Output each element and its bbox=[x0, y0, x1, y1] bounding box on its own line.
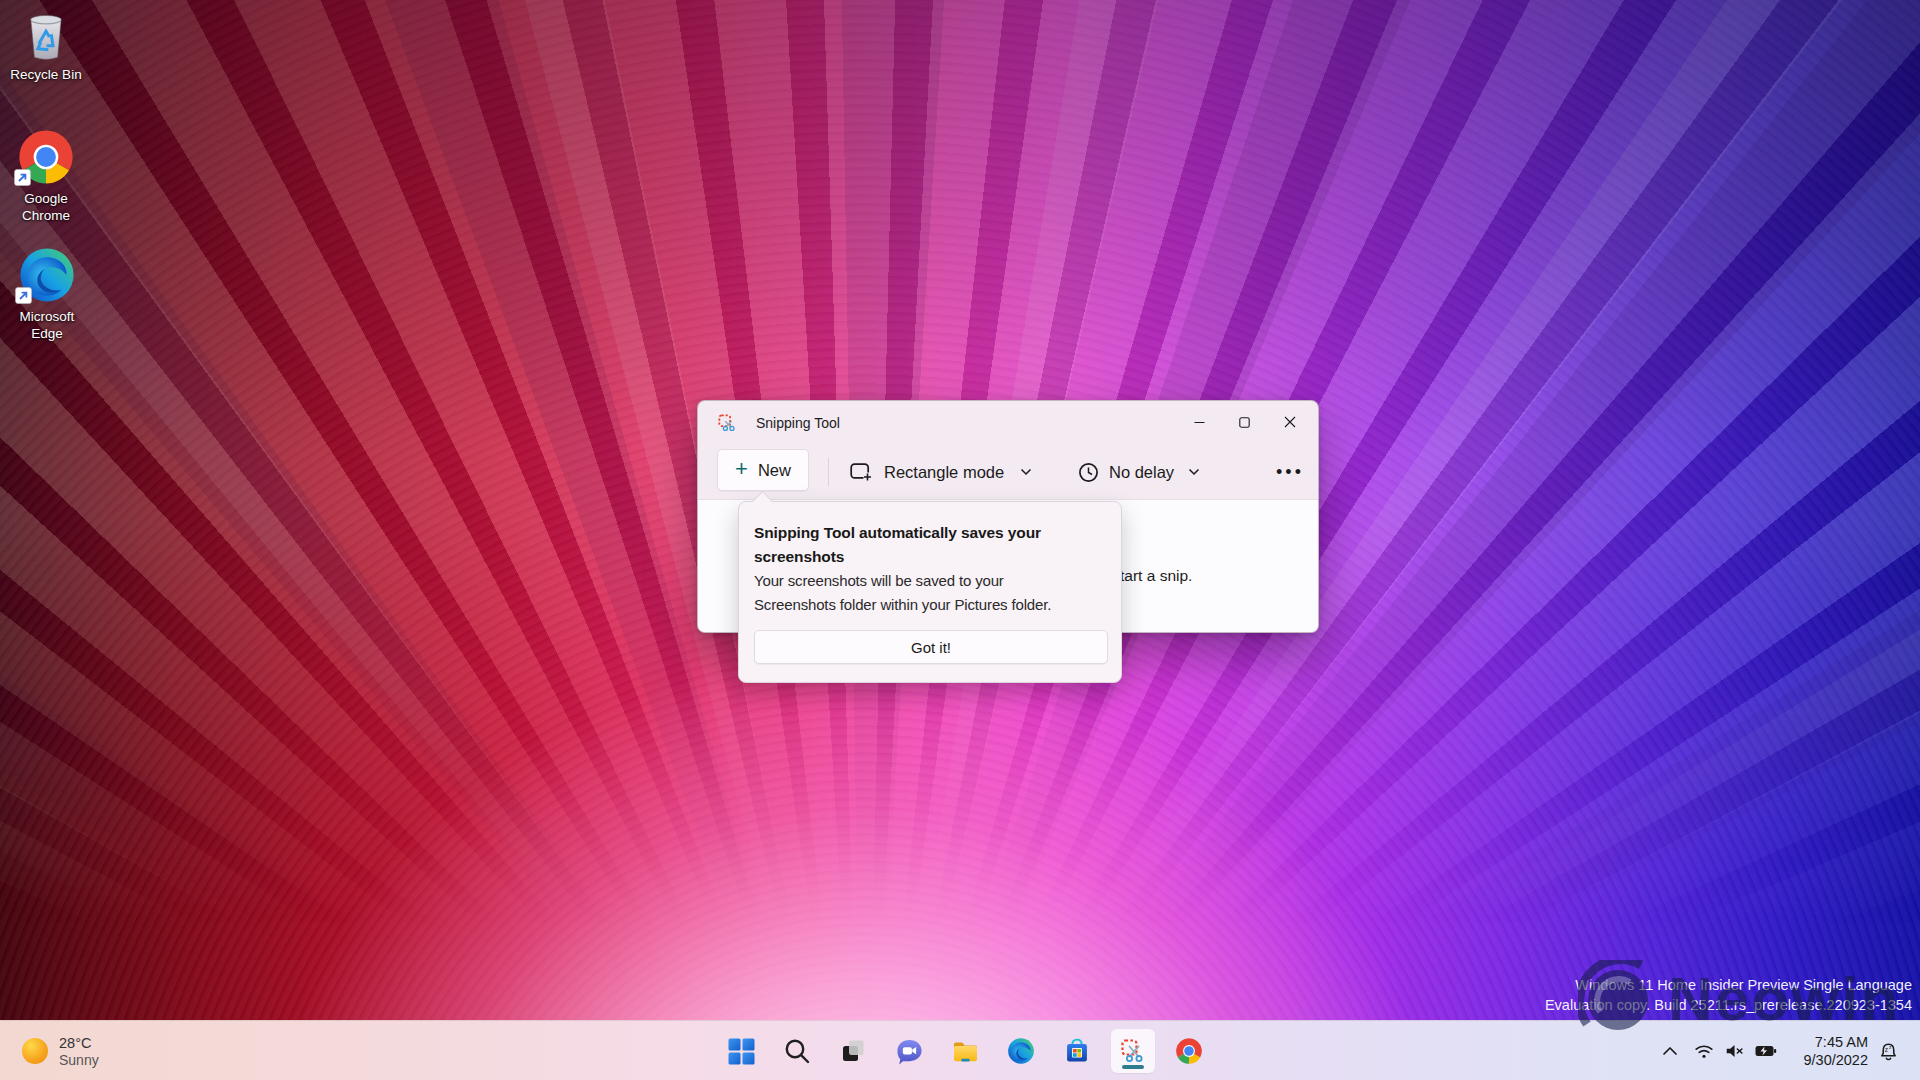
volume-muted-icon bbox=[1724, 1040, 1746, 1062]
weather-temp: 28°C bbox=[59, 1035, 99, 1052]
maximize-button[interactable] bbox=[1222, 402, 1267, 442]
wifi-button[interactable] bbox=[1689, 1036, 1719, 1066]
search-icon bbox=[784, 1038, 810, 1064]
plus-icon: + bbox=[735, 459, 748, 479]
chrome-icon bbox=[1175, 1037, 1203, 1065]
close-icon bbox=[1284, 416, 1296, 428]
show-hidden-icons-button[interactable] bbox=[1655, 1036, 1685, 1066]
file-explorer-button[interactable] bbox=[943, 1029, 987, 1073]
desktop: Recycle Bin GoogleChrome bbox=[0, 0, 1920, 1080]
wifi-icon bbox=[1693, 1040, 1715, 1062]
task-view-icon bbox=[839, 1037, 867, 1065]
snip-hint-text: tart a snip. bbox=[1120, 567, 1192, 585]
chat-icon bbox=[895, 1037, 924, 1066]
store-icon bbox=[1063, 1037, 1091, 1065]
toolbar-divider bbox=[828, 458, 829, 486]
delay-dropdown[interactable]: No delay bbox=[1078, 445, 1200, 499]
minimize-icon bbox=[1194, 417, 1205, 428]
desktop-icon-microsoft-edge[interactable]: MicrosoftEdge bbox=[1, 246, 93, 342]
file-explorer-icon bbox=[951, 1037, 980, 1066]
notification-bell-button[interactable]: z z bbox=[1873, 1036, 1903, 1066]
new-snip-button[interactable]: + New bbox=[717, 449, 809, 491]
got-it-button[interactable]: Got it! bbox=[754, 630, 1108, 664]
tray-time: 7:45 AM bbox=[1803, 1034, 1868, 1052]
minimize-button[interactable] bbox=[1177, 402, 1222, 442]
desktop-icon-recycle-bin[interactable]: Recycle Bin bbox=[0, 4, 92, 83]
desktop-icon-label: MicrosoftEdge bbox=[1, 308, 93, 342]
mode-dropdown[interactable]: Rectangle mode bbox=[850, 445, 1032, 499]
chevron-up-icon bbox=[1660, 1041, 1680, 1061]
search-button[interactable] bbox=[775, 1029, 819, 1073]
shortcut-arrow-icon bbox=[14, 169, 31, 186]
weather-condition: Sunny bbox=[59, 1052, 99, 1068]
system-tray: 7:45 AM 9/30/2022 z z bbox=[1620, 1021, 1920, 1080]
close-button[interactable] bbox=[1267, 402, 1312, 442]
desktop-icon-label: GoogleChrome bbox=[0, 190, 92, 224]
chevron-down-icon bbox=[1020, 468, 1032, 476]
clock[interactable]: 7:45 AM 9/30/2022 bbox=[1803, 1034, 1868, 1069]
clock-icon bbox=[1078, 462, 1099, 483]
volume-button[interactable] bbox=[1720, 1036, 1750, 1066]
chrome-taskbar-button[interactable] bbox=[1167, 1029, 1211, 1073]
see-more-button[interactable]: ••• bbox=[1276, 445, 1304, 499]
maximize-icon bbox=[1239, 417, 1250, 428]
tooltip-title: Snipping Tool automatically saves your s… bbox=[754, 521, 1086, 569]
tooltip-body: Your screenshots will be saved to your S… bbox=[754, 569, 1084, 617]
chevron-down-icon bbox=[1188, 468, 1200, 476]
window-titlebar: Snipping Tool bbox=[698, 401, 1318, 445]
snipping-tool-icon bbox=[1119, 1037, 1147, 1065]
teaching-tip: Snipping Tool automatically saves your s… bbox=[738, 501, 1122, 683]
start-button[interactable] bbox=[719, 1029, 763, 1073]
chat-button[interactable] bbox=[887, 1029, 931, 1073]
bell-dnd-icon: z z bbox=[1877, 1040, 1900, 1063]
rectangle-mode-icon bbox=[850, 463, 872, 482]
battery-charging-icon bbox=[1754, 1039, 1778, 1063]
tray-date: 9/30/2022 bbox=[1803, 1052, 1868, 1070]
store-button[interactable] bbox=[1055, 1029, 1099, 1073]
window-toolbar: + New Rectangle mode No delay bbox=[698, 445, 1318, 499]
snipping-tool-taskbar-button[interactable] bbox=[1111, 1029, 1155, 1073]
task-view-button[interactable] bbox=[831, 1029, 875, 1073]
desktop-icon-label: Recycle Bin bbox=[0, 66, 92, 83]
edge-button[interactable] bbox=[999, 1029, 1043, 1073]
windows-watermark: Windows 11 Home Insider Preview Single L… bbox=[1545, 975, 1912, 1015]
svg-text:z: z bbox=[1884, 1046, 1887, 1053]
window-title: Snipping Tool bbox=[756, 415, 840, 431]
snipping-tool-app-icon bbox=[718, 414, 736, 432]
taskbar-center bbox=[719, 1029, 1211, 1073]
recycle-bin-icon bbox=[0, 4, 92, 62]
shortcut-arrow-icon bbox=[15, 287, 32, 304]
edge-icon bbox=[1007, 1037, 1035, 1065]
edge-icon bbox=[1, 246, 93, 304]
windows-logo-icon bbox=[728, 1038, 755, 1065]
chrome-icon bbox=[0, 128, 92, 186]
desktop-icon-google-chrome[interactable]: GoogleChrome bbox=[0, 128, 92, 224]
active-app-indicator bbox=[1122, 1065, 1144, 1069]
weather-widget[interactable]: 28°C Sunny bbox=[14, 1021, 107, 1080]
taskbar: 28°C Sunny bbox=[0, 1020, 1920, 1080]
sun-icon bbox=[22, 1038, 48, 1064]
battery-button[interactable] bbox=[1751, 1036, 1781, 1066]
